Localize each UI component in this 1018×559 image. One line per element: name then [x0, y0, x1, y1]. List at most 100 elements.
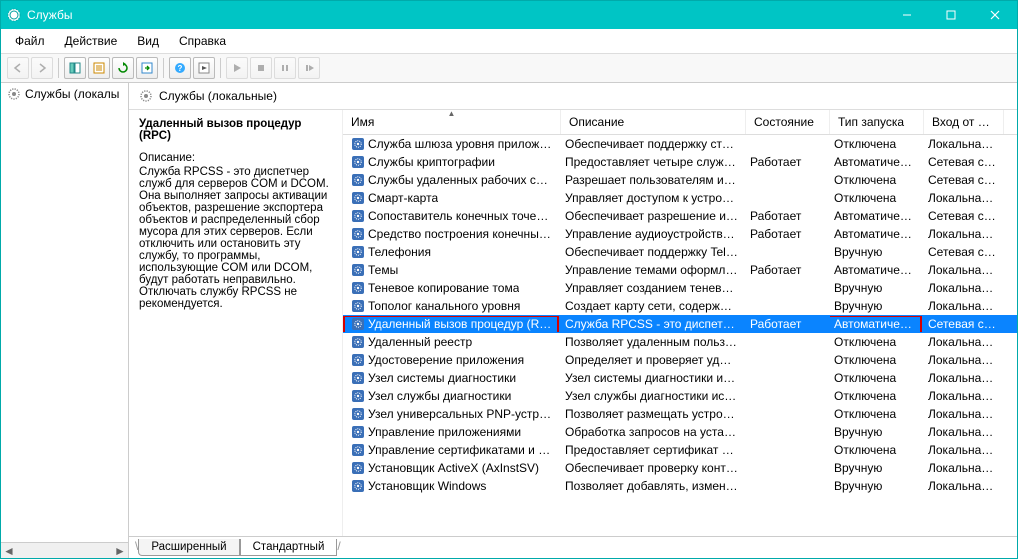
detail-desc-text: Служба RPCSS - это диспетчер служб для с…: [139, 166, 332, 310]
service-desc-cell: Создает карту сети, содержа…: [561, 298, 746, 314]
service-name-cell: Службы удаленных рабочих столов: [343, 172, 561, 188]
menu-file[interactable]: Файл: [7, 31, 53, 51]
service-state-cell: [746, 377, 830, 379]
service-desc-cell: Позволяет удаленным пользо…: [561, 334, 746, 350]
tree-root-services[interactable]: Службы (локалы: [1, 83, 128, 105]
service-logon-cell: Сетевая слу:: [924, 208, 1004, 224]
service-logon-cell: Локальная с: [924, 478, 1004, 494]
service-state-cell: [746, 179, 830, 181]
show-hide-tree-button[interactable]: [64, 57, 86, 79]
service-state-cell: [746, 341, 830, 343]
service-desc-cell: Позволяет размещать устрой…: [561, 406, 746, 422]
properties-button[interactable]: [88, 57, 110, 79]
service-icon: [351, 461, 365, 475]
service-row[interactable]: Управление приложениямиОбработка запросо…: [343, 423, 1017, 441]
menu-view[interactable]: Вид: [129, 31, 167, 51]
service-state-cell: [746, 305, 830, 307]
service-state-cell: Работает: [746, 262, 830, 278]
service-desc-cell: Обеспечивает разрешение ид…: [561, 208, 746, 224]
forward-button: [31, 57, 53, 79]
service-row[interactable]: Службы криптографииПредоставляет четыре …: [343, 153, 1017, 171]
export-button[interactable]: [136, 57, 158, 79]
service-icon: [351, 227, 365, 241]
menu-action[interactable]: Действие: [57, 31, 126, 51]
tree-hscroll[interactable]: ◄ ►: [1, 542, 128, 558]
detail-desc-label: Описание:: [139, 152, 332, 164]
service-logon-cell: Локальная с: [924, 460, 1004, 476]
col-state[interactable]: Состояние: [746, 110, 830, 134]
service-row[interactable]: Узел системы диагностикиУзел системы диа…: [343, 369, 1017, 387]
service-name-cell: Темы: [343, 262, 561, 278]
tree-root-label: Службы (локалы: [25, 87, 119, 101]
service-icon: [351, 353, 365, 367]
service-name-cell: Смарт-карта: [343, 190, 561, 206]
service-state-cell: Работает: [746, 154, 830, 170]
service-startup-cell: Автоматиче…: [830, 226, 924, 242]
service-row[interactable]: Установщик ActiveX (AxInstSV)Обеспечивае…: [343, 459, 1017, 477]
service-state-cell: [746, 431, 830, 433]
service-icon: [351, 371, 365, 385]
col-startup[interactable]: Тип запуска: [830, 110, 924, 134]
tree-pane: Службы (локалы ◄ ►: [1, 83, 129, 558]
service-icon: [351, 209, 365, 223]
service-row[interactable]: Удаленный вызов процедур (RPC)Служба RPC…: [343, 315, 1017, 333]
service-row[interactable]: Управление сертификатами и клю…Предостав…: [343, 441, 1017, 459]
stop-service-button: [250, 57, 272, 79]
detail-panel: Удаленный вызов процедур (RPC) Описание:…: [129, 110, 343, 536]
service-row[interactable]: Средство построения конечных то…Управлен…: [343, 225, 1017, 243]
service-row[interactable]: Удостоверение приложенияОпределяет и про…: [343, 351, 1017, 369]
service-state-cell: Работает: [746, 208, 830, 224]
service-startup-cell: Вручную: [830, 244, 924, 260]
service-desc-cell: Предоставляет сертификат X.…: [561, 442, 746, 458]
service-desc-cell: Обеспечивает проверку конт…: [561, 460, 746, 476]
service-icon: [351, 317, 365, 331]
pause-service-button: [274, 57, 296, 79]
service-icon: [351, 425, 365, 439]
close-button[interactable]: [973, 1, 1017, 29]
tab-standard[interactable]: Стандартный: [240, 539, 338, 556]
service-row[interactable]: Сопоставитель конечных точек RPCОбеспечи…: [343, 207, 1017, 225]
restart-service-button: [298, 57, 320, 79]
svg-text:?: ?: [178, 64, 183, 73]
col-description[interactable]: Описание: [561, 110, 746, 134]
service-row[interactable]: Службы удаленных рабочих столовРазрешает…: [343, 171, 1017, 189]
service-row[interactable]: Узел службы диагностикиУзел службы диагн…: [343, 387, 1017, 405]
service-desc-cell: Предоставляет четыре служб…: [561, 154, 746, 170]
service-row[interactable]: ТелефонияОбеспечивает поддержку Tele…Вру…: [343, 243, 1017, 261]
service-state-cell: [746, 197, 830, 199]
scroll-left-icon[interactable]: ◄: [1, 543, 17, 559]
service-startup-cell: Вручную: [830, 424, 924, 440]
start-config-button[interactable]: [193, 57, 215, 79]
service-row[interactable]: Служба шлюза уровня приложенияОбеспечива…: [343, 135, 1017, 153]
tab-extended[interactable]: Расширенный: [138, 539, 239, 556]
service-state-cell: [746, 287, 830, 289]
service-desc-cell: Позволяет добавлять, измен…: [561, 478, 746, 494]
service-name-cell: Управление приложениями: [343, 424, 561, 440]
service-name-cell: Удаленный вызов процедур (RPC): [343, 316, 561, 332]
service-desc-cell: Определяет и проверяет удос…: [561, 352, 746, 368]
service-logon-cell: Локальная с: [924, 136, 1004, 152]
col-logon[interactable]: Вход от име: [924, 110, 1004, 134]
service-row[interactable]: Смарт-картаУправляет доступом к устрой…О…: [343, 189, 1017, 207]
service-row[interactable]: Теневое копирование томаУправляет создан…: [343, 279, 1017, 297]
menu-help[interactable]: Справка: [171, 31, 234, 51]
service-logon-cell: Локальная с: [924, 388, 1004, 404]
service-row[interactable]: Установщик WindowsПозволяет добавлять, и…: [343, 477, 1017, 495]
service-row[interactable]: ТемыУправление темами оформле…РаботаетАв…: [343, 261, 1017, 279]
detail-title: Удаленный вызов процедур (RPC): [139, 118, 332, 142]
minimize-button[interactable]: [885, 1, 929, 29]
service-desc-cell: Управление темами оформле…: [561, 262, 746, 278]
service-row[interactable]: Тополог канального уровняСоздает карту с…: [343, 297, 1017, 315]
service-icon: [351, 173, 365, 187]
service-icon: [351, 443, 365, 457]
service-logon-cell: Локальная с: [924, 334, 1004, 350]
col-name[interactable]: ▲Имя: [343, 110, 561, 134]
service-row[interactable]: Узел универсальных PNP-устройствПозволяе…: [343, 405, 1017, 423]
service-row[interactable]: Удаленный реестрПозволяет удаленным поль…: [343, 333, 1017, 351]
maximize-button[interactable]: [929, 1, 973, 29]
scroll-right-icon[interactable]: ►: [112, 543, 128, 559]
service-desc-cell: Узел службы диагностики ис…: [561, 388, 746, 404]
help-button[interactable]: ?: [169, 57, 191, 79]
service-startup-cell: Отключена: [830, 136, 924, 152]
refresh-button[interactable]: [112, 57, 134, 79]
